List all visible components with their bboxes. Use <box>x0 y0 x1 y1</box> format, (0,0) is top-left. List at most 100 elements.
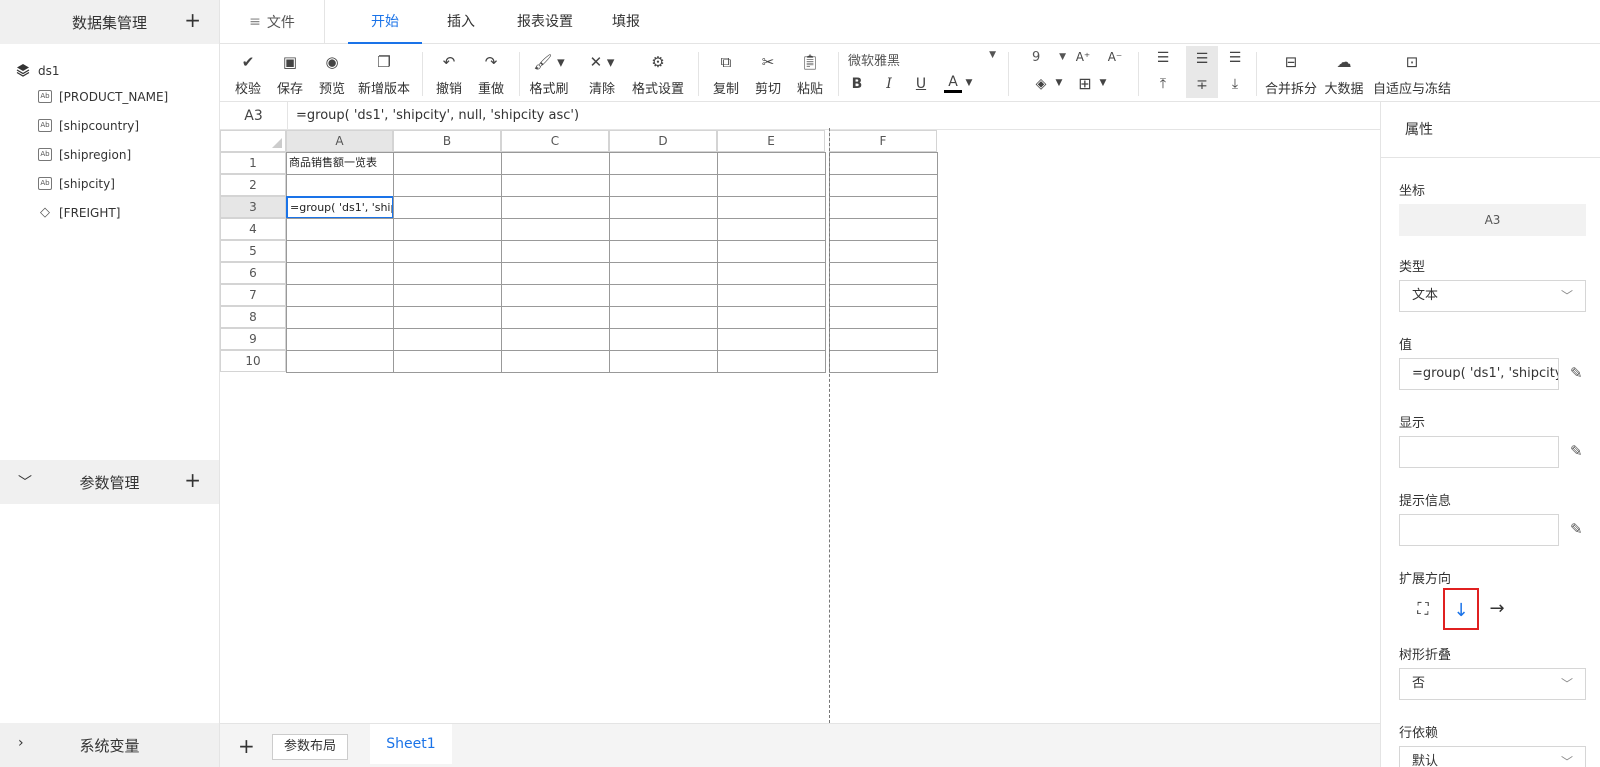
cell-a6[interactable] <box>286 262 394 285</box>
cell-e5[interactable] <box>717 240 826 263</box>
cell-c6[interactable] <box>501 262 610 285</box>
cell-f9[interactable] <box>829 328 938 351</box>
edit-pencil-icon[interactable]: ✎ <box>1570 442 1583 460</box>
align-center-icon[interactable]: ☰ <box>1186 46 1218 72</box>
cell-a9[interactable] <box>286 328 394 351</box>
cell-f10[interactable] <box>829 350 938 373</box>
adaptive-freeze-button[interactable]: ⊡ 自适应与冻结 <box>1372 52 1452 97</box>
tooltip-input[interactable] <box>1399 514 1559 546</box>
cell-d4[interactable] <box>609 218 718 241</box>
cell-b3[interactable] <box>393 196 502 219</box>
dataset-field[interactable]: ◇ [FREIGHT] <box>0 198 219 227</box>
cell-c8[interactable] <box>501 306 610 329</box>
cell-f6[interactable] <box>829 262 938 285</box>
column-header-c[interactable]: C <box>501 130 609 152</box>
column-header-b[interactable]: B <box>393 130 501 152</box>
decrease-font-icon[interactable]: A⁻ <box>1106 50 1124 64</box>
cell-c10[interactable] <box>501 350 610 373</box>
cell-f8[interactable] <box>829 306 938 329</box>
font-family-select[interactable]: 微软雅黑 ▼ <box>848 50 998 70</box>
cell-f5[interactable] <box>829 240 938 263</box>
cell-d10[interactable] <box>609 350 718 373</box>
spreadsheet-grid[interactable]: ABCDEF 1商品销售额一览表23=group( 'ds1', 'shipcit… <box>220 130 1380 723</box>
cell-a2[interactable] <box>286 174 394 197</box>
cell-e6[interactable] <box>717 262 826 285</box>
underline-button[interactable]: U <box>912 76 930 92</box>
cell-f3[interactable] <box>829 196 938 219</box>
file-menu-button[interactable]: ≡ 文件 <box>220 0 325 44</box>
cell-d7[interactable] <box>609 284 718 307</box>
expand-none-icon[interactable]: ⛶ <box>1405 588 1441 630</box>
cell-d2[interactable] <box>609 174 718 197</box>
tab-insert[interactable]: 插入 <box>442 0 480 44</box>
tab-fill[interactable]: 填报 <box>608 0 644 44</box>
cell-d3[interactable] <box>609 196 718 219</box>
cell-reference[interactable]: A3 <box>220 102 288 130</box>
cell-b2[interactable] <box>393 174 502 197</box>
column-header-a[interactable]: A <box>286 130 393 152</box>
select-all-corner[interactable] <box>220 130 286 152</box>
cell-b10[interactable] <box>393 350 502 373</box>
cell-c5[interactable] <box>501 240 610 263</box>
cell-d9[interactable] <box>609 328 718 351</box>
column-header-d[interactable]: D <box>609 130 717 152</box>
cell-a7[interactable] <box>286 284 394 307</box>
expand-right-arrow-icon[interactable]: → <box>1479 588 1515 630</box>
cell-e10[interactable] <box>717 350 826 373</box>
align-left-icon[interactable]: ☰ <box>1152 50 1174 66</box>
cell-b7[interactable] <box>393 284 502 307</box>
caret-down-icon[interactable]: ▼ <box>964 78 974 88</box>
row-header-5[interactable]: 5 <box>220 240 286 262</box>
formula-input[interactable]: =group( 'ds1', 'shipcity', null, 'shipci… <box>296 102 579 130</box>
cell-f1[interactable] <box>829 152 938 175</box>
sysvar-panel-header[interactable]: › 系统变量 <box>0 723 219 767</box>
type-select[interactable]: 文本 ﹀ <box>1399 280 1586 312</box>
big-data-button[interactable]: ☁ 大数据 <box>1320 52 1368 97</box>
align-bottom-icon[interactable]: ⤓ <box>1224 76 1246 92</box>
italic-button[interactable]: I <box>880 76 898 92</box>
cell-c7[interactable] <box>501 284 610 307</box>
param-panel-header[interactable]: ﹀ 参数管理 + <box>0 460 219 504</box>
row-header-7[interactable]: 7 <box>220 284 286 306</box>
cell-e7[interactable] <box>717 284 826 307</box>
row-header-2[interactable]: 2 <box>220 174 286 196</box>
tab-report-settings[interactable]: 报表设置 <box>510 0 580 44</box>
cell-a5[interactable] <box>286 240 394 263</box>
border-icon[interactable]: ⊞ <box>1076 74 1094 93</box>
cell-a8[interactable] <box>286 306 394 329</box>
undo-button[interactable]: ↶ 撤销 <box>429 52 469 97</box>
add-sheet-icon[interactable]: + <box>238 734 255 758</box>
dataset-node-ds1[interactable]: ds1 <box>0 60 219 82</box>
new-version-button[interactable]: ❐ 新增版本 <box>356 52 412 97</box>
param-layout-button[interactable]: 参数布局 <box>272 734 348 760</box>
format-painter-button[interactable]: 🖌︎ ▾ 格式刷 <box>526 52 572 97</box>
validate-button[interactable]: ✔ 校验 <box>228 52 268 97</box>
display-input[interactable] <box>1399 436 1559 468</box>
cell-e1[interactable] <box>717 152 826 175</box>
cell-d5[interactable] <box>609 240 718 263</box>
row-header-9[interactable]: 9 <box>220 328 286 350</box>
increase-font-icon[interactable]: A⁺ <box>1074 50 1092 64</box>
add-param-icon[interactable]: + <box>184 468 201 492</box>
align-right-icon[interactable]: ☰ <box>1224 50 1246 66</box>
cell-e9[interactable] <box>717 328 826 351</box>
caret-down-icon[interactable]: ▼ <box>1098 78 1108 88</box>
font-color-button[interactable]: A <box>944 74 962 93</box>
cell-a3[interactable]: =group( 'ds1', 'shipcity', null, 'shipci… <box>286 196 394 219</box>
cell-c9[interactable] <box>501 328 610 351</box>
cell-f2[interactable] <box>829 174 938 197</box>
cell-a1[interactable]: 商品销售额一览表 <box>286 152 394 175</box>
cell-c3[interactable] <box>501 196 610 219</box>
row-header-1[interactable]: 1 <box>220 152 286 174</box>
cell-f7[interactable] <box>829 284 938 307</box>
cell-c2[interactable] <box>501 174 610 197</box>
chevron-right-icon[interactable]: › <box>18 735 24 751</box>
cell-e3[interactable] <box>717 196 826 219</box>
dataset-field[interactable]: Ab [PRODUCT_NAME] <box>0 82 219 111</box>
sheet-tab-sheet1[interactable]: Sheet1 <box>370 724 452 764</box>
cut-button[interactable]: ✂ 剪切 <box>748 52 788 97</box>
cell-c4[interactable] <box>501 218 610 241</box>
edit-pencil-icon[interactable]: ✎ <box>1570 364 1583 382</box>
caret-down-icon[interactable]: ▼ <box>1054 78 1064 88</box>
column-header-e[interactable]: E <box>717 130 825 152</box>
